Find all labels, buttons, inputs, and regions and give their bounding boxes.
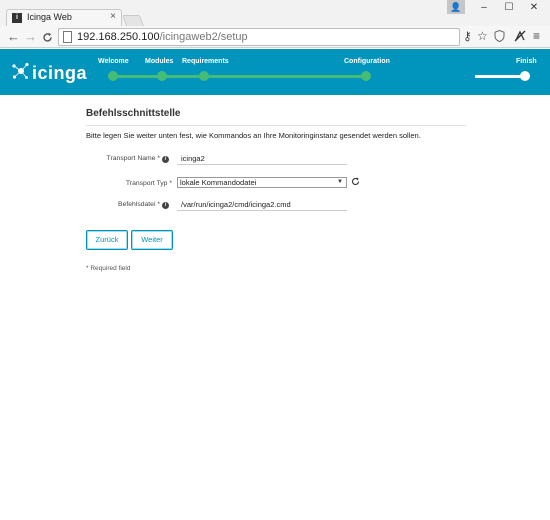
- step-dot-modules: [157, 71, 167, 81]
- browser-tab[interactable]: i Icinga Web ×: [6, 9, 122, 26]
- chevron-down-icon: ▼: [337, 179, 343, 185]
- back-button[interactable]: Zurück: [86, 230, 128, 250]
- minimize-button[interactable]: –: [472, 1, 496, 15]
- step-dot-welcome: [108, 71, 118, 81]
- command-file-label-text: Befehlsdatei *: [118, 201, 160, 208]
- transport-type-label: Transport Typ *: [125, 180, 172, 187]
- step-label-welcome: Welcome: [98, 58, 129, 65]
- url-host: 192.168.250.100: [77, 31, 160, 43]
- bookmark-star-icon[interactable]: ☆: [477, 28, 488, 44]
- step-label-requirements: Requirements: [182, 58, 229, 65]
- step-dot-configuration: [361, 71, 371, 81]
- setup-wizard-header: icinga Welcome Modules Requirements Conf…: [0, 49, 550, 95]
- reload-button[interactable]: [42, 29, 53, 48]
- reload-icon: [43, 32, 52, 42]
- address-bar[interactable]: 192.168.250.100/icingaweb2/setup: [58, 28, 460, 46]
- transport-type-selected: lokale Kommandodatei: [180, 178, 257, 187]
- transport-name-input[interactable]: [177, 153, 347, 165]
- close-window-button[interactable]: ✕: [522, 1, 546, 15]
- required-field-note: * Required field: [86, 265, 131, 272]
- transport-name-label-text: Transport Name *: [106, 155, 160, 162]
- progress-track-done: [108, 75, 365, 78]
- step-label-configuration: Configuration: [344, 58, 390, 65]
- new-tab-button[interactable]: [121, 15, 145, 26]
- transport-name-label: Transport Name * i: [107, 155, 169, 163]
- profile-icon[interactable]: 👤: [447, 0, 465, 14]
- next-button[interactable]: Weiter: [131, 230, 173, 250]
- icinga-logo-icon: [12, 62, 29, 79]
- command-file-input[interactable]: [177, 199, 347, 211]
- progress-track-pending: [475, 75, 525, 78]
- title-divider: [86, 125, 466, 126]
- maximize-button[interactable]: ☐: [497, 1, 521, 15]
- shield-extension-icon[interactable]: [494, 28, 505, 46]
- browser-titlebar: i Icinga Web × 👤 – ☐ ✕: [0, 0, 550, 26]
- icinga-favicon-icon: i: [12, 13, 22, 23]
- page-icon: [63, 31, 72, 43]
- form-description: Bitte legen Sie weiter unten fest, wie K…: [86, 131, 421, 140]
- step-label-modules: Modules: [145, 58, 174, 65]
- forward-button[interactable]: →: [24, 29, 37, 45]
- step-dot-finish: [520, 71, 530, 81]
- tab-close-icon[interactable]: ×: [110, 11, 116, 22]
- refresh-icon[interactable]: [351, 177, 360, 188]
- info-icon[interactable]: i: [162, 156, 169, 163]
- no-sync-extension-icon[interactable]: [514, 28, 526, 46]
- command-file-label: Befehlsdatei * i: [118, 201, 169, 209]
- progress-track-gap: [365, 75, 475, 78]
- key-icon[interactable]: ⚷: [463, 28, 472, 44]
- url-text: 192.168.250.100/icingaweb2/setup: [77, 31, 248, 43]
- step-dot-requirements: [199, 71, 209, 81]
- browser-toolbar: ← → 192.168.250.100/icingaweb2/setup ⚷ ☆…: [0, 26, 550, 48]
- transport-type-select[interactable]: lokale Kommandodatei ▼: [177, 177, 347, 188]
- icinga-logo-text: icinga: [32, 63, 88, 83]
- tab-title: Icinga Web: [27, 12, 72, 22]
- page-title: Befehlsschnittstelle: [86, 108, 181, 119]
- menu-icon[interactable]: ≡: [533, 28, 540, 44]
- back-button[interactable]: ←: [7, 29, 20, 45]
- info-icon[interactable]: i: [162, 202, 169, 209]
- url-path: /icingaweb2/setup: [159, 31, 248, 43]
- step-label-finish: Finish: [516, 58, 537, 65]
